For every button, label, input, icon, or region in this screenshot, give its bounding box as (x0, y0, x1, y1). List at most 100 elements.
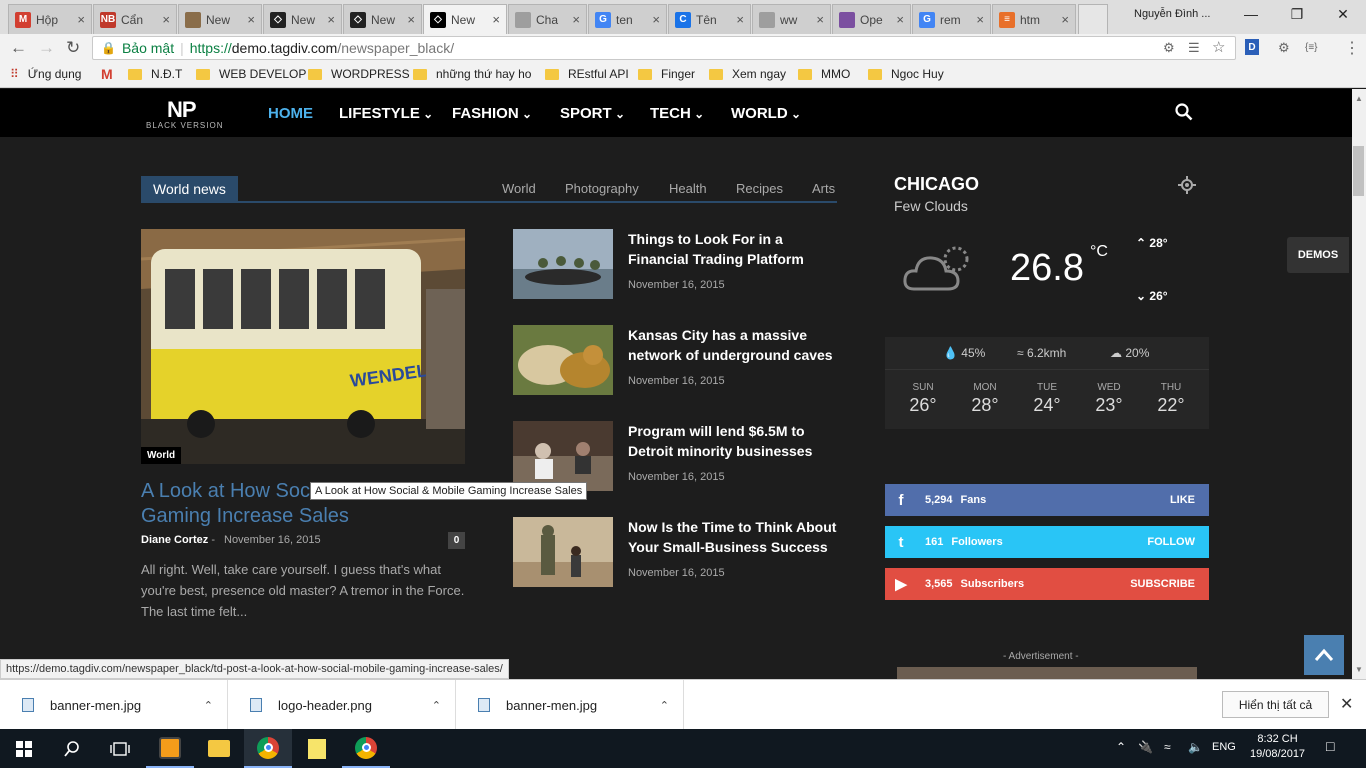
browser-tab[interactable]: ◇ New × (263, 4, 342, 34)
subcategory-photography[interactable]: Photography (565, 181, 639, 196)
post-thumbnail[interactable] (513, 229, 613, 299)
main-post-image[interactable]: WENDELSTEIN (141, 229, 465, 464)
new-tab-button[interactable] (1078, 4, 1108, 34)
social-facebook[interactable]: f 5,294 Fans LIKE (885, 484, 1209, 516)
volume-icon[interactable]: 🔈 (1188, 740, 1203, 754)
browser-tab[interactable]: New × (178, 4, 262, 34)
extension-gear-icon[interactable]: ⚙ (1278, 40, 1290, 56)
tab-close-icon[interactable]: × (247, 12, 255, 27)
menu-icon[interactable]: ⋮ (1344, 38, 1360, 58)
browser-tab[interactable]: Ope × (832, 4, 911, 34)
reload-icon[interactable]: ↻ (66, 38, 80, 58)
demos-button[interactable]: DEMOS (1287, 237, 1349, 273)
download-item[interactable]: banner-men.jpg ⌃ (0, 680, 228, 730)
post-title[interactable]: Program will lend $6.5M to Detroit minor… (628, 421, 843, 461)
tab-close-icon[interactable]: × (1061, 12, 1069, 27)
post-thumbnail[interactable] (513, 421, 613, 491)
chevron-up-icon[interactable]: ⌃ (204, 699, 213, 712)
subcategory-recipes[interactable]: Recipes (736, 181, 783, 196)
social-action[interactable]: SUBSCRIBE (1130, 578, 1195, 590)
search-icon[interactable] (1175, 103, 1193, 121)
browser-tab[interactable]: M Hộp × (8, 4, 92, 34)
subcategory-world[interactable]: World (502, 181, 536, 196)
sublime-text-icon[interactable] (146, 729, 194, 768)
browser-tab[interactable]: Gten × (588, 4, 667, 34)
site-settings-icon[interactable]: ⚙ (1163, 40, 1175, 56)
post-title[interactable]: Kansas City has a massive network of und… (628, 325, 843, 365)
extension-d-icon[interactable]: D (1245, 39, 1259, 55)
maximize-icon[interactable]: ❐ (1274, 0, 1320, 28)
tab-close-icon[interactable]: × (162, 12, 170, 27)
browser-tab[interactable]: Grem × (912, 4, 991, 34)
profile-name[interactable]: Nguyễn Đình ... (1134, 8, 1210, 20)
menu-item-fashion[interactable]: FASHION ⌄ (452, 105, 532, 122)
post-thumbnail[interactable] (513, 325, 613, 395)
menu-item-lifestyle[interactable]: LIFESTYLE ⌄ (339, 105, 433, 122)
chrome-icon[interactable] (244, 729, 292, 768)
tab-close-icon[interactable]: × (407, 12, 415, 27)
close-downloads-icon[interactable]: ✕ (1340, 694, 1353, 714)
social-action[interactable]: LIKE (1170, 494, 1195, 506)
tab-close-icon[interactable]: × (896, 12, 904, 27)
browser-tab[interactable]: C Tên × (668, 4, 751, 34)
tab-close-icon[interactable]: × (736, 12, 744, 27)
download-item[interactable]: banner-men.jpg ⌃ (456, 680, 684, 730)
social-twitter[interactable]: t 161 Followers FOLLOW (885, 526, 1209, 558)
bookmark-item[interactable]: Ngoc Huy (868, 67, 944, 81)
author-name[interactable]: Diane Cortez (141, 534, 208, 546)
sticky-notes-icon[interactable] (293, 729, 341, 768)
forward-icon[interactable]: → (38, 38, 55, 58)
social-action[interactable]: FOLLOW (1147, 536, 1195, 548)
bookmark-item[interactable]: Finger (638, 67, 695, 81)
tab-close-icon[interactable]: × (976, 12, 984, 27)
browser-tab[interactable]: ww × (752, 4, 831, 34)
browser-tab[interactable]: ◇ New × (423, 4, 507, 34)
tab-close-icon[interactable]: × (652, 12, 660, 27)
advertisement-image[interactable] (897, 667, 1197, 679)
task-view-icon[interactable] (96, 729, 144, 768)
bookmark-item[interactable]: WORDPRESS (308, 67, 410, 81)
subcategory-health[interactable]: Health (669, 181, 707, 196)
chrome-icon[interactable] (342, 729, 390, 768)
subcategory-arts[interactable]: Arts (812, 181, 835, 196)
download-item[interactable]: logo-header.png ⌃ (228, 680, 456, 730)
bookmark-item[interactable]: REstful API (545, 67, 629, 81)
minimize-icon[interactable]: — (1228, 0, 1274, 28)
post-title[interactable]: Now Is the Time to Think About Your Smal… (628, 517, 843, 557)
bookmark-item[interactable]: WEB DEVELOP (196, 67, 306, 81)
gmail-bookmark-icon[interactable]: M (101, 66, 113, 82)
main-post-category[interactable]: World (141, 447, 182, 464)
browser-tab[interactable]: ◇ New × (343, 4, 422, 34)
menu-item-home[interactable]: HOME (268, 105, 313, 122)
clock[interactable]: 8:32 CH 19/08/2017 (1250, 732, 1305, 762)
bookmark-item[interactable]: Xem ngay (709, 67, 786, 81)
file-explorer-icon[interactable] (195, 729, 243, 768)
scroll-up-arrow-icon[interactable]: ▲ (1355, 94, 1363, 103)
back-to-top-button[interactable] (1304, 635, 1344, 675)
back-icon[interactable]: ← (10, 38, 27, 58)
json-extension-icon[interactable]: {≡} (1305, 42, 1318, 53)
tab-close-icon[interactable]: × (572, 12, 580, 27)
post-thumbnail[interactable] (513, 517, 613, 587)
notifications-icon[interactable]: □ (1326, 738, 1334, 754)
address-bar[interactable]: 🔒 Bảo mật | https://demo.tagdiv.com/news… (92, 36, 1236, 60)
browser-tab[interactable]: ≡ htm × (992, 4, 1076, 34)
input-language[interactable]: ENG (1212, 741, 1236, 753)
close-window-icon[interactable]: ✕ (1320, 0, 1366, 28)
bookmark-item[interactable]: MMO (798, 67, 850, 81)
menu-item-sport[interactable]: SPORT ⌄ (560, 105, 625, 122)
wifi-icon[interactable]: ≈ (1164, 740, 1171, 754)
tab-close-icon[interactable]: × (816, 12, 824, 27)
tab-close-icon[interactable]: × (492, 12, 500, 27)
show-hidden-icons-icon[interactable]: ⌃ (1116, 740, 1126, 754)
main-post-author[interactable]: Diane Cortez - (141, 534, 215, 546)
bookmark-apps[interactable]: ⠿ Ứng dụng (10, 67, 81, 81)
menu-item-world[interactable]: WORLD ⌄ (731, 105, 801, 122)
social-youtube[interactable]: ▶ 3,565 Subscribers SUBSCRIBE (885, 568, 1209, 600)
search-icon[interactable] (48, 729, 96, 768)
bookmark-item[interactable]: những thứ hay ho (413, 67, 531, 81)
bookmark-item[interactable]: N.Đ.T (128, 67, 182, 81)
tab-close-icon[interactable]: × (327, 12, 335, 27)
scroll-down-arrow-icon[interactable]: ▼ (1355, 665, 1363, 674)
show-all-downloads-button[interactable]: Hiển thị tất cả (1222, 691, 1329, 718)
